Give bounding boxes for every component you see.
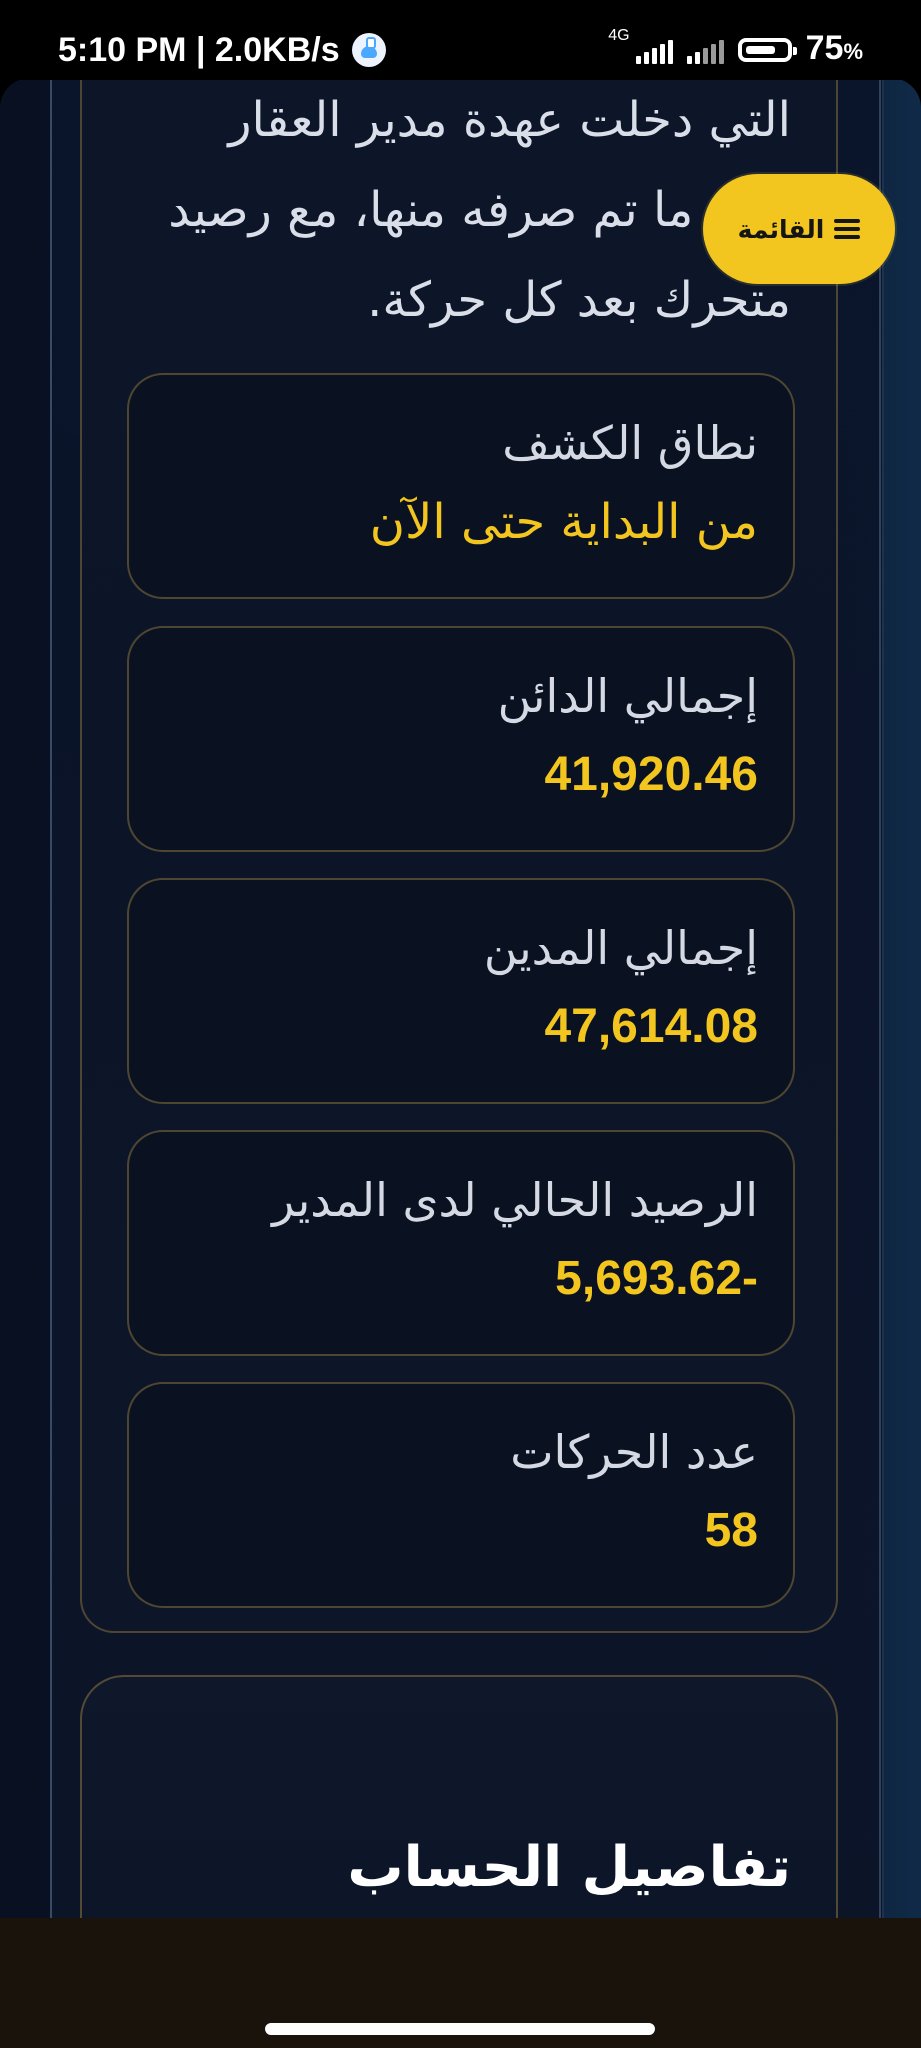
total-debit-value: 47,614.08 bbox=[544, 1000, 758, 1053]
transactions-count-label: عدد الحركات bbox=[510, 1425, 758, 1479]
notification-icon bbox=[351, 33, 386, 67]
status-right: 4G 75% bbox=[608, 28, 863, 72]
scope-value: من البداية حتى الآن bbox=[369, 494, 758, 550]
scope-card: نطاق الكشف من البداية حتى الآن bbox=[127, 373, 795, 599]
signal-strength-icon bbox=[635, 36, 673, 64]
battery-percent-value: 75 bbox=[805, 29, 844, 67]
status-time-speed: 5:10 PM | 2.0KB/s bbox=[58, 31, 340, 69]
menu-button[interactable]: القائمة bbox=[703, 174, 895, 284]
status-bar: 5:10 PM | 2.0KB/s 4G 75% bbox=[0, 0, 921, 80]
transactions-count-value: 58 bbox=[704, 1504, 758, 1557]
intro-description: التي دخلت عهدة مدير العقار وكل ما تم صرف… bbox=[168, 92, 791, 328]
status-left: 5:10 PM | 2.0KB/s bbox=[58, 30, 386, 70]
battery-percentage: 75% bbox=[806, 28, 863, 72]
account-details-section: تفاصيل الحساب bbox=[80, 1675, 838, 1918]
battery-icon bbox=[737, 38, 797, 62]
system-bottom-bar bbox=[0, 1918, 921, 2048]
home-indicator[interactable] bbox=[265, 2023, 655, 2035]
left-frame-line bbox=[50, 78, 52, 1918]
total-debit-card: إجمالي المدين 47,614.08 bbox=[127, 878, 795, 1104]
statement-summary-panel: التي دخلت عهدة مدير العقار وكل ما تم صرف… bbox=[80, 78, 838, 1633]
secondary-signal-icon bbox=[686, 36, 724, 64]
account-details-title: تفاصيل الحساب bbox=[347, 1835, 791, 1901]
total-credit-value: 41,920.46 bbox=[544, 748, 758, 801]
total-credit-label: إجمالي الدائن bbox=[497, 669, 758, 723]
total-debit-label: إجمالي المدين bbox=[483, 921, 758, 975]
battery-percent-suffix: % bbox=[843, 39, 863, 64]
current-balance-card: الرصيد الحالي لدى المدير 5,693.62- bbox=[127, 1130, 795, 1356]
battery-fill bbox=[745, 46, 775, 54]
current-balance-value: 5,693.62- bbox=[555, 1252, 758, 1305]
right-frame-line bbox=[879, 78, 881, 1918]
app-viewport[interactable]: القائمة التي دخلت عهدة مدير العقار وكل م… bbox=[0, 78, 921, 1918]
current-balance-label: الرصيد الحالي لدى المدير bbox=[272, 1173, 758, 1227]
mobile-screen: 5:10 PM | 2.0KB/s 4G 75% القائمة التي دخ… bbox=[0, 0, 921, 2048]
transactions-count-card: عدد الحركات 58 bbox=[127, 1382, 795, 1608]
hamburger-icon bbox=[834, 219, 861, 239]
total-credit-card: إجمالي الدائن 41,920.46 bbox=[127, 626, 795, 852]
scope-label: نطاق الكشف bbox=[502, 416, 758, 470]
menu-label: القائمة bbox=[737, 214, 825, 244]
network-type: 4G bbox=[608, 27, 630, 44]
